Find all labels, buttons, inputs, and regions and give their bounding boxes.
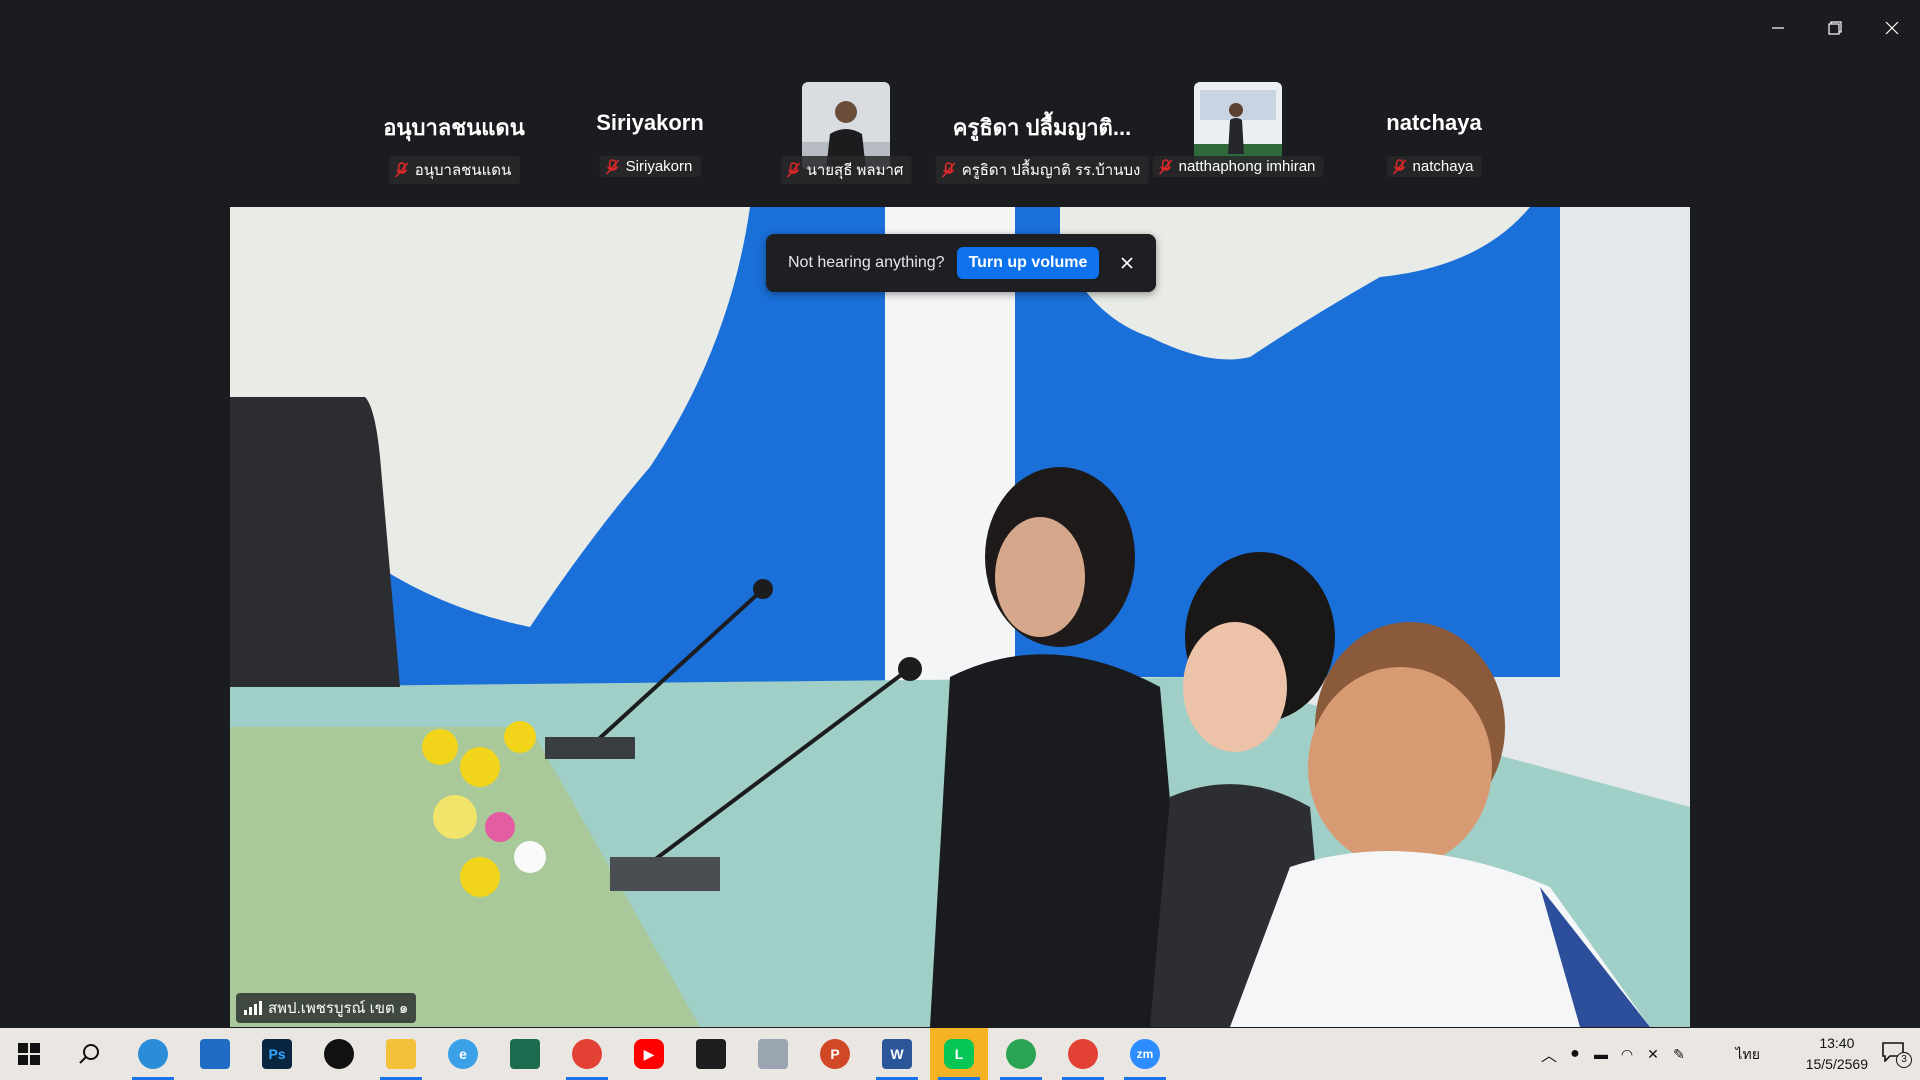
notification-center-button[interactable]: 3 <box>1882 1042 1912 1068</box>
participant-name: อนุบาลชนแดน <box>414 162 512 179</box>
toast-close-button[interactable] <box>1119 255 1135 271</box>
start-button[interactable] <box>0 1028 58 1080</box>
window-controls <box>1749 0 1920 56</box>
pen-icon[interactable]: ✎ <box>1666 1046 1692 1063</box>
app-icon <box>510 1039 540 1069</box>
clock-time: 13:40 <box>1819 1035 1855 1051</box>
participant-display-name: ครูธิดา ปลื้มญาติ... <box>952 115 1132 140</box>
participant-name: natchaya <box>1412 158 1474 175</box>
taskbar-sticky-notes[interactable] <box>682 1028 740 1080</box>
participant-label: natthaphong imhiran <box>1152 156 1324 177</box>
participant-display-name: อนุบาลชนแดน <box>383 115 525 140</box>
taskbar-photoshop[interactable]: Ps <box>248 1028 306 1080</box>
taskbar-internet-explorer[interactable]: e <box>434 1028 492 1080</box>
meeting-room-scene <box>230 207 1690 1027</box>
signal-strength-icon <box>244 1001 262 1015</box>
active-speaker-label: สพป.เพชรบูรณ์ เขต ๑ <box>236 993 417 1023</box>
edge-icon <box>138 1039 168 1069</box>
taskbar-maps[interactable] <box>310 1028 368 1080</box>
battery-icon[interactable]: ▬ <box>1588 1046 1614 1062</box>
restore-icon <box>1827 21 1842 35</box>
participant-name: Siriyakorn <box>625 158 693 175</box>
microphone-icon[interactable]: ● <box>1562 1045 1588 1063</box>
participant-tile[interactable]: ครูธิดา ปลื้มญาติ... ครูธิดา ปลื้มญาติ ร… <box>935 80 1149 184</box>
clock[interactable]: 13:40 15/5/2569 <box>1806 1033 1868 1075</box>
participant-name: ครูธิดา ปลื้มญาติ รร.บ้านบง <box>961 162 1141 179</box>
participant-display-name: Siriyakorn <box>596 110 704 135</box>
active-speaker-name: สพป.เพชรบูรณ์ เขต ๑ <box>268 1000 409 1017</box>
line-icon: L <box>944 1039 974 1069</box>
taskbar-chrome[interactable] <box>558 1028 616 1080</box>
participant-label: natchaya <box>1386 156 1482 177</box>
participant-name: natthaphong imhiran <box>1178 158 1316 175</box>
windows-taskbar: Ps e ▶ P W L zm ︿ ● ▬ ◠ ✕ ✎ ไทย 13:40 15… <box>0 1028 1920 1080</box>
chrome-icon <box>1068 1039 1098 1069</box>
system-tray: ︿ ● ▬ ◠ ✕ ✎ <box>1536 1028 1692 1080</box>
mic-muted-icon <box>1159 158 1173 174</box>
participant-label: นายสุธี พลมาศ <box>780 156 912 184</box>
taskbar-file-explorer[interactable] <box>372 1028 430 1080</box>
taskbar-app[interactable] <box>496 1028 554 1080</box>
participant-tile[interactable]: natthaphong imhiran <box>1140 80 1336 180</box>
taskbar-youtube[interactable]: ▶ <box>620 1028 678 1080</box>
close-icon <box>1885 21 1898 35</box>
participant-tile[interactable]: นายสุธี พลมาศ <box>748 80 944 184</box>
internet-explorer-icon: e <box>448 1039 478 1069</box>
close-icon <box>1121 257 1133 269</box>
speaker-muted-icon[interactable]: ✕ <box>1640 1046 1666 1063</box>
audio-notification-toast: Not hearing anything? Turn up volume <box>766 234 1156 292</box>
taskbar-mail[interactable] <box>186 1028 244 1080</box>
word-icon: W <box>882 1039 912 1069</box>
participant-tile[interactable]: อนุบาลชนแดน อนุบาลชนแดน <box>356 80 552 184</box>
notification-count: 3 <box>1896 1052 1912 1068</box>
taskbar-edge[interactable] <box>124 1028 182 1080</box>
mic-muted-icon <box>787 162 801 178</box>
search-button[interactable] <box>60 1028 118 1080</box>
zoom-icon: zm <box>1130 1039 1160 1069</box>
turn-up-volume-button[interactable]: Turn up volume <box>956 247 1100 279</box>
active-speaker-video[interactable]: สพป.เพชรบูรณ์ เขต ๑ <box>230 207 1690 1027</box>
mic-muted-icon <box>1392 158 1407 174</box>
toast-message: Not hearing anything? <box>788 254 945 271</box>
participant-strip: อนุบาลชนแดน อนุบาลชนแดน Siriyakorn Siriy… <box>356 80 1532 184</box>
chevron-up-icon[interactable]: ︿ <box>1536 1042 1562 1066</box>
participant-name: นายสุธี พลมาศ <box>806 162 904 179</box>
participant-tile[interactable]: natchaya natchaya <box>1336 80 1532 180</box>
remote-desktop-icon <box>758 1039 788 1069</box>
clock-date: 15/5/2569 <box>1805 1056 1868 1072</box>
youtube-icon: ▶ <box>634 1039 664 1069</box>
minimize-icon <box>1771 27 1784 29</box>
taskbar-word[interactable]: W <box>868 1028 926 1080</box>
windows-icon <box>18 1043 40 1065</box>
wifi-icon[interactable]: ◠ <box>1614 1046 1640 1063</box>
input-language[interactable]: ไทย <box>1736 1044 1760 1066</box>
taskbar-zoom[interactable]: zm <box>1116 1028 1174 1080</box>
mic-muted-icon <box>395 162 409 178</box>
participant-display-name: natchaya <box>1386 110 1482 135</box>
participant-label: Siriyakorn <box>599 156 701 177</box>
restore-button[interactable] <box>1806 0 1863 56</box>
powerpoint-icon: P <box>820 1039 850 1069</box>
taskbar-line[interactable]: L <box>930 1028 988 1080</box>
search-icon <box>79 1044 99 1064</box>
sticky-notes-icon <box>696 1039 726 1069</box>
mail-icon <box>200 1039 230 1069</box>
participant-tile[interactable]: Siriyakorn Siriyakorn <box>552 80 748 180</box>
taskbar-chrome-3[interactable] <box>1054 1028 1112 1080</box>
mic-muted-icon <box>942 162 956 178</box>
photoshop-icon: Ps <box>262 1039 292 1069</box>
chrome-icon <box>1006 1039 1036 1069</box>
maps-pin-icon <box>324 1039 354 1069</box>
folder-icon <box>386 1039 416 1069</box>
participant-label: ครูธิดา ปลื้มญาติ รร.บ้านบง <box>935 156 1149 184</box>
taskbar-remote[interactable] <box>744 1028 802 1080</box>
taskbar-powerpoint[interactable]: P <box>806 1028 864 1080</box>
minimize-button[interactable] <box>1749 0 1806 56</box>
close-button[interactable] <box>1863 0 1920 56</box>
participant-label: อนุบาลชนแดน <box>388 156 520 184</box>
mic-muted-icon <box>606 158 620 174</box>
chrome-icon <box>572 1039 602 1069</box>
taskbar-chrome-2[interactable] <box>992 1028 1050 1080</box>
